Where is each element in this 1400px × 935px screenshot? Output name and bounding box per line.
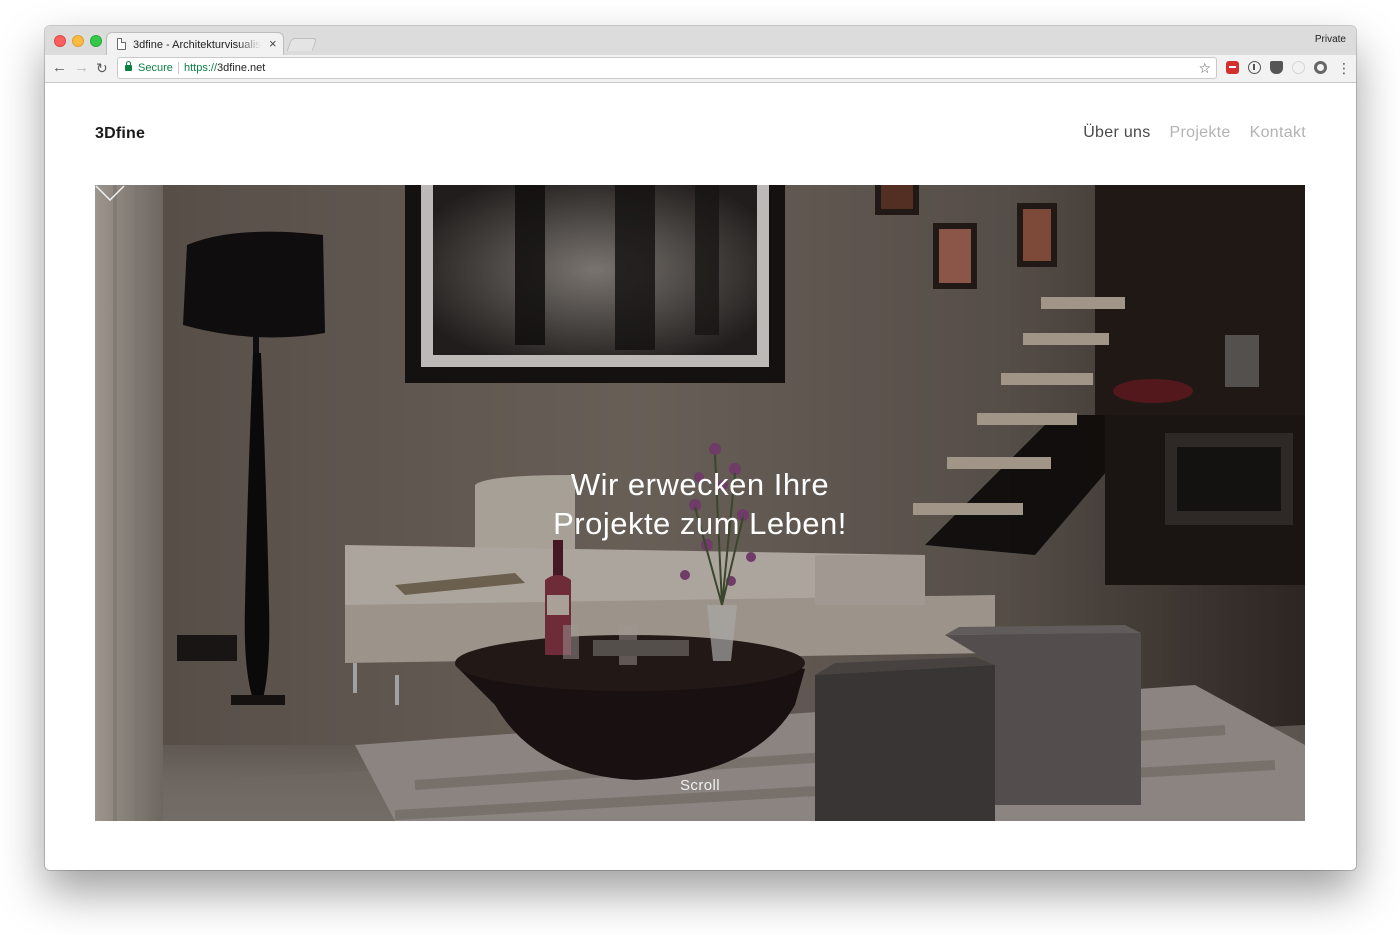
chevron-down-icon[interactable] bbox=[95, 185, 125, 201]
disabled-extension-icon[interactable] bbox=[1292, 61, 1305, 74]
web-page: 3Dfine Über uns Projekte Kontakt Wir erw… bbox=[45, 84, 1356, 870]
nav-link-kontakt[interactable]: Kontakt bbox=[1250, 124, 1306, 142]
forward-arrow-icon[interactable]: → bbox=[74, 58, 89, 78]
window-close-button[interactable] bbox=[54, 35, 66, 47]
browser-tab[interactable]: 3dfine - Architekturvisualisierung × bbox=[106, 32, 284, 56]
tab-strip: 3dfine - Architekturvisualisierung × Pri… bbox=[45, 26, 1356, 56]
window-maximize-button[interactable] bbox=[90, 35, 102, 47]
scroll-label[interactable]: Scroll bbox=[95, 777, 1305, 794]
document-icon bbox=[117, 38, 126, 50]
hero-heading: Wir erwecken Ihre Projekte zum Leben! bbox=[95, 465, 1305, 543]
address-bar[interactable]: Secure https://3dfine.net ☆ bbox=[117, 57, 1217, 79]
lastpass-extension-icon[interactable] bbox=[1226, 61, 1239, 74]
nav-link-ueber-uns[interactable]: Über uns bbox=[1083, 124, 1150, 142]
menu-dots-icon[interactable]: ⋮ bbox=[1337, 59, 1351, 77]
hero-banner: Wir erwecken Ihre Projekte zum Leben! Sc… bbox=[95, 185, 1305, 821]
ring-extension-icon[interactable] bbox=[1314, 61, 1327, 74]
site-nav: Über uns Projekte Kontakt bbox=[1083, 124, 1306, 142]
shield-extension-icon[interactable] bbox=[1270, 61, 1283, 74]
url-host: 3dfine.net bbox=[217, 62, 266, 74]
tab-close-icon[interactable]: × bbox=[269, 36, 277, 52]
back-arrow-icon[interactable]: ← bbox=[52, 58, 67, 78]
omnibox-divider bbox=[178, 62, 179, 74]
hero-heading-line-2: Projekte zum Leben! bbox=[553, 506, 847, 541]
url-text[interactable]: https://3dfine.net bbox=[184, 61, 265, 75]
site-logo[interactable]: 3Dfine bbox=[95, 125, 145, 143]
lock-icon bbox=[125, 61, 132, 71]
browser-toolbar: ← → ↻ Secure https://3dfine.net ☆ ⋮ bbox=[45, 55, 1356, 83]
secure-label: Secure bbox=[138, 62, 173, 74]
browser-window: 3dfine - Architekturvisualisierung × Pri… bbox=[45, 26, 1356, 870]
info-extension-icon[interactable] bbox=[1248, 61, 1261, 74]
new-tab-button[interactable] bbox=[286, 38, 318, 51]
reload-icon[interactable]: ↻ bbox=[96, 58, 108, 78]
bookmark-star-icon[interactable]: ☆ bbox=[1198, 59, 1211, 77]
tab-title: 3dfine - Architekturvisualisierung bbox=[133, 39, 261, 51]
window-minimize-button[interactable] bbox=[72, 35, 84, 47]
hero-heading-line-1: Wir erwecken Ihre bbox=[570, 467, 830, 502]
profile-label[interactable]: Private bbox=[1315, 34, 1346, 45]
nav-link-projekte[interactable]: Projekte bbox=[1170, 124, 1231, 142]
url-scheme: https:// bbox=[184, 62, 218, 74]
